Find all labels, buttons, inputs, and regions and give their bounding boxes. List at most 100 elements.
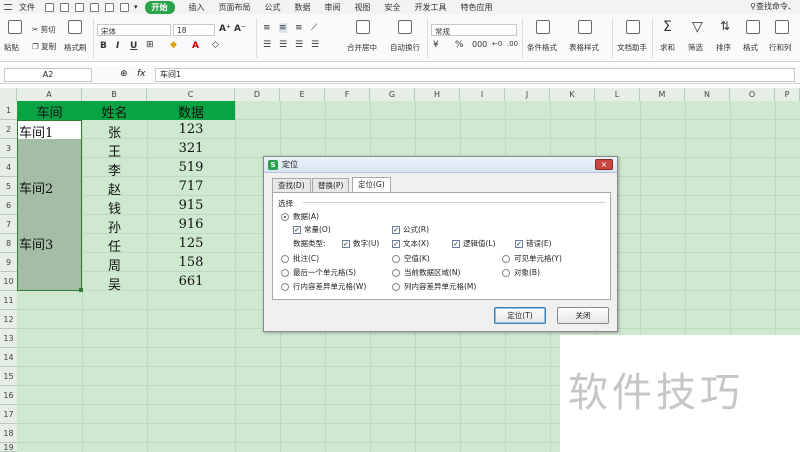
col-header-f[interactable]: F: [325, 88, 370, 101]
cell-c10[interactable]: 661: [147, 274, 235, 289]
save-icon[interactable]: [45, 2, 54, 12]
row-header-16[interactable]: 16: [0, 386, 17, 405]
col-header-k[interactable]: K: [550, 88, 595, 101]
selection-range[interactable]: [17, 120, 82, 291]
check-error[interactable]: ✓ 错误(E): [515, 238, 552, 249]
row-header-6[interactable]: 6: [0, 196, 17, 215]
row-header-17[interactable]: 17: [0, 405, 17, 424]
row-col-icon[interactable]: [775, 20, 789, 34]
cell-b7[interactable]: 孙: [82, 217, 147, 236]
row-header-5[interactable]: 5: [0, 177, 17, 196]
underline-icon[interactable]: U: [130, 41, 137, 51]
row-header-1[interactable]: 1: [0, 101, 17, 120]
row-header-15[interactable]: 15: [0, 367, 17, 386]
col-header-l[interactable]: L: [595, 88, 640, 101]
border-icon[interactable]: ⊞: [146, 40, 154, 50]
row-header-2[interactable]: 2: [0, 120, 17, 139]
cell-c3[interactable]: 321: [147, 141, 235, 156]
row-header-14[interactable]: 14: [0, 348, 17, 367]
shrink-font-icon[interactable]: A⁻: [234, 24, 246, 34]
clear-format-icon[interactable]: ◇: [212, 40, 219, 50]
row-header-18[interactable]: 18: [0, 424, 17, 443]
increase-decimal-icon[interactable]: ←0: [492, 40, 502, 48]
cell-a1[interactable]: 车间: [17, 102, 82, 121]
tab-data[interactable]: 数据: [295, 2, 311, 13]
formula-input[interactable]: 车间1: [155, 68, 795, 82]
tab-start[interactable]: 开始: [144, 0, 175, 14]
align-bottom-icon[interactable]: ≡: [295, 23, 303, 33]
col-header-n[interactable]: N: [685, 88, 730, 101]
wrap-text-button[interactable]: 自动换行: [390, 42, 420, 53]
export-icon[interactable]: [60, 2, 69, 12]
check-formulas[interactable]: ✓ 公式(R): [392, 224, 429, 235]
merge-icon[interactable]: [356, 20, 370, 34]
copy-button[interactable]: ❐ 复制: [32, 41, 56, 52]
currency-icon[interactable]: ¥: [433, 40, 439, 50]
font-name-select[interactable]: 宋体: [97, 24, 171, 36]
tab-goto[interactable]: 定位(G): [352, 177, 391, 193]
paste-icon[interactable]: [8, 20, 22, 34]
radio-current-region[interactable]: 当前数据区域(N): [392, 267, 460, 278]
col-header-h[interactable]: H: [415, 88, 460, 101]
preview-icon[interactable]: [90, 2, 99, 12]
dialog-close-button[interactable]: ×: [595, 159, 613, 170]
menu-file[interactable]: 文件: [19, 2, 35, 13]
radio-row-diff[interactable]: 行内容差异单元格(W): [281, 281, 366, 292]
col-header-j[interactable]: J: [505, 88, 550, 101]
format-button[interactable]: 格式: [743, 42, 758, 53]
col-header-d[interactable]: D: [235, 88, 280, 101]
radio-blanks[interactable]: 空值(K): [392, 253, 430, 264]
fill-color-icon[interactable]: ◆: [170, 40, 177, 50]
orientation-icon[interactable]: ⟋: [311, 23, 317, 33]
row-header-19[interactable]: 19: [0, 443, 17, 452]
row-header-10[interactable]: 10: [0, 272, 17, 291]
tab-page-layout[interactable]: 页面布局: [219, 2, 251, 13]
bold-icon[interactable]: B: [100, 41, 107, 51]
cell-b4[interactable]: 李: [82, 160, 147, 179]
grow-font-icon[interactable]: A⁺: [219, 24, 231, 34]
redo-icon[interactable]: [120, 2, 129, 12]
doc-helper-button[interactable]: 文档助手: [617, 42, 647, 53]
cut-button[interactable]: ✂ 剪切: [32, 24, 56, 35]
align-right-icon[interactable]: ☰: [295, 40, 303, 50]
cell-c4[interactable]: 519: [147, 160, 235, 175]
cell-b1[interactable]: 姓名: [82, 102, 147, 121]
check-text[interactable]: ✓ 文本(X): [392, 238, 429, 249]
name-box[interactable]: A2: [4, 68, 92, 82]
radio-data[interactable]: 数据(A): [281, 211, 319, 222]
tab-features[interactable]: 特色应用: [461, 2, 493, 13]
justify-icon[interactable]: ☰: [311, 40, 319, 50]
italic-icon[interactable]: I: [116, 41, 119, 51]
cell-b5[interactable]: 赵: [82, 179, 147, 198]
cell-c2[interactable]: 123: [147, 122, 235, 137]
cell-c8[interactable]: 125: [147, 236, 235, 251]
filter-button[interactable]: 筛选: [688, 42, 703, 53]
col-header-m[interactable]: M: [640, 88, 685, 101]
search-command[interactable]: ⚲查找命令、: [750, 1, 796, 12]
radio-objects[interactable]: 对象(B): [502, 267, 540, 278]
check-number[interactable]: ✓ 数字(U): [342, 238, 379, 249]
cell-c7[interactable]: 916: [147, 217, 235, 232]
row-header-8[interactable]: 8: [0, 234, 17, 253]
col-header-g[interactable]: G: [370, 88, 415, 101]
cell-b3[interactable]: 王: [82, 141, 147, 160]
merge-center-button[interactable]: 合并居中: [347, 42, 377, 53]
cell-b8[interactable]: 任: [82, 236, 147, 255]
cell-b9[interactable]: 周: [82, 255, 147, 274]
col-header-o[interactable]: O: [730, 88, 775, 101]
cond-format-icon[interactable]: [536, 20, 550, 34]
radio-col-diff[interactable]: 列内容差异单元格(M): [392, 281, 476, 292]
format-painter-button[interactable]: 格式刷: [64, 42, 87, 53]
tab-replace[interactable]: 替换(P): [312, 178, 350, 192]
align-top-icon[interactable]: ≡: [263, 23, 271, 33]
font-size-select[interactable]: 18: [173, 24, 215, 36]
row-header-12[interactable]: 12: [0, 310, 17, 329]
check-logical[interactable]: ✓ 逻辑值(L): [452, 238, 496, 249]
tab-review[interactable]: 审阅: [325, 2, 341, 13]
format-painter-icon[interactable]: [68, 20, 82, 34]
col-header-a[interactable]: A: [17, 88, 82, 101]
tab-security[interactable]: 安全: [385, 2, 401, 13]
table-style-button[interactable]: 表格样式: [569, 42, 599, 53]
percent-icon[interactable]: %: [455, 40, 464, 50]
cell-b10[interactable]: 吴: [82, 274, 147, 293]
